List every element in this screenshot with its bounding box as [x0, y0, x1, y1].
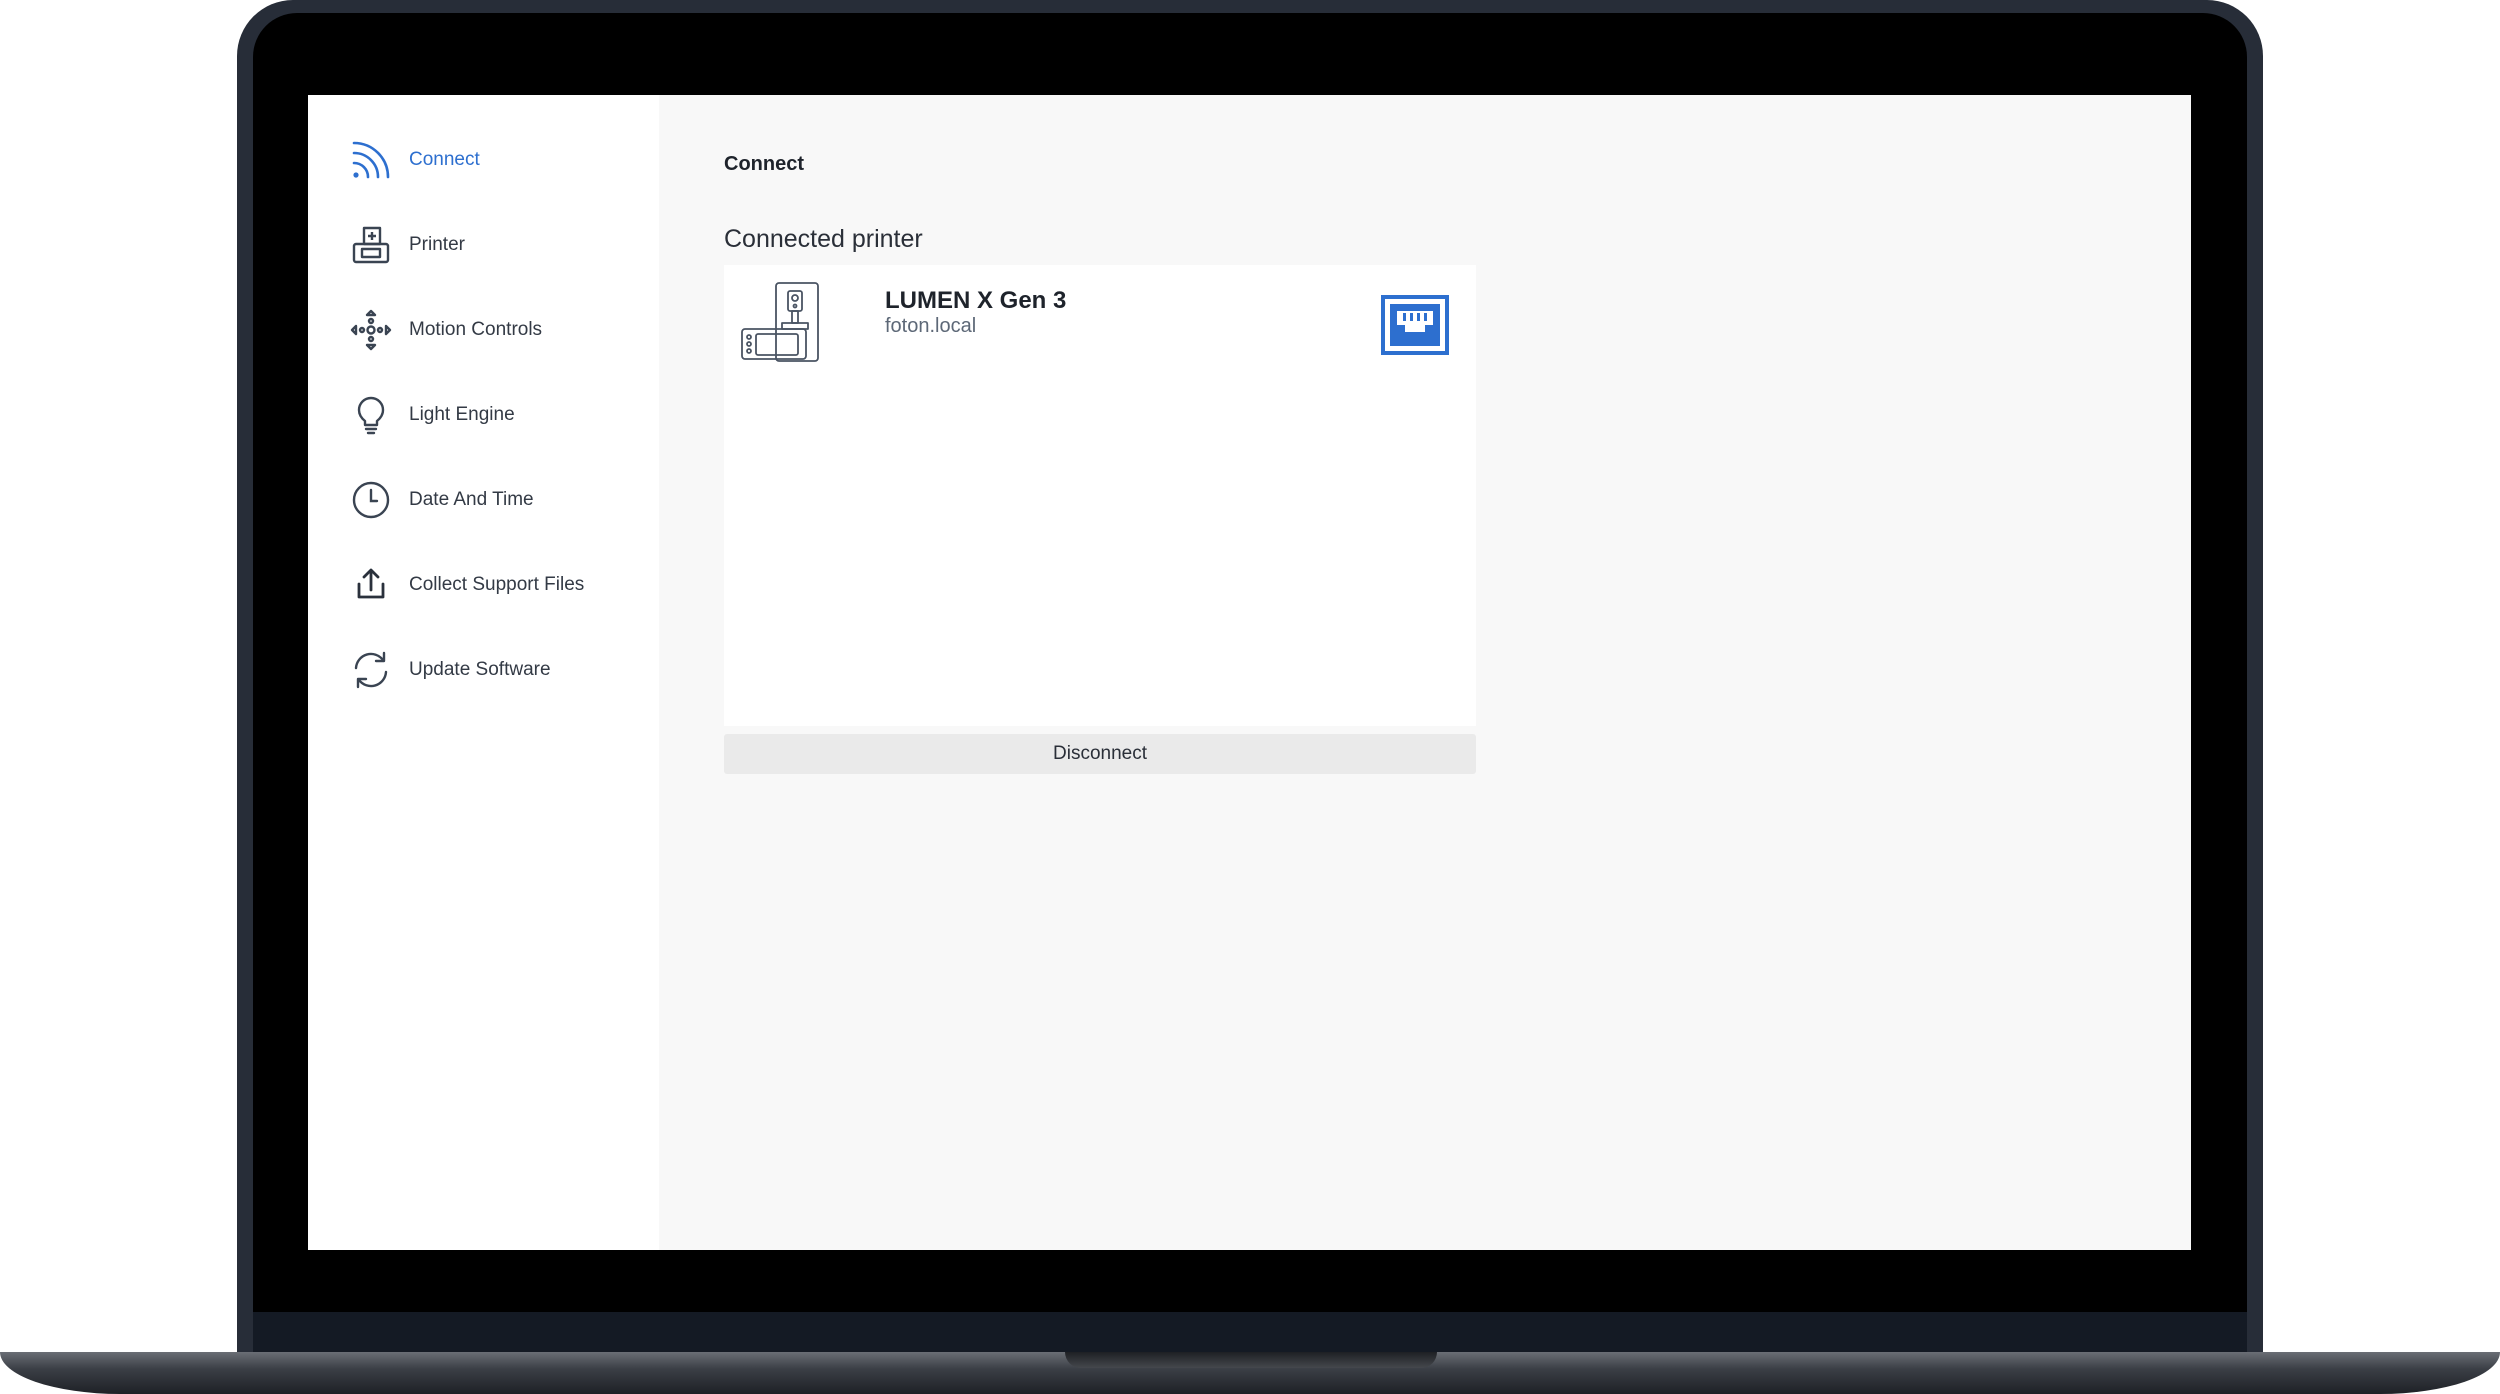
refresh-icon	[350, 649, 392, 691]
sidebar-item-label: Printer	[409, 234, 465, 255]
upload-icon	[350, 564, 392, 606]
printer-host: foton.local	[885, 315, 977, 337]
sidebar-item-connect[interactable]: Connect	[308, 125, 659, 195]
sidebar-item-label: Update Software	[409, 659, 551, 680]
section-title: Connected printer	[724, 225, 923, 253]
sidebar: Connect Printer Motion Controls Light En…	[308, 95, 659, 1250]
sidebar-item-update-software[interactable]: Update Software	[308, 635, 659, 705]
laptop-notch	[1065, 1352, 1437, 1368]
sidebar-item-label: Motion Controls	[409, 319, 543, 340]
sidebar-item-motion-controls[interactable]: Motion Controls	[308, 295, 659, 365]
signal-icon	[350, 139, 392, 181]
sidebar-item-label: Connect	[409, 149, 480, 170]
page-title: Connect	[724, 153, 804, 175]
printer-illustration-icon	[740, 281, 820, 363]
sidebar-item-date-and-time[interactable]: Date And Time	[308, 465, 659, 535]
printer-card[interactable]: LUMEN X Gen 3 foton.local	[724, 265, 1476, 726]
sidebar-item-printer[interactable]: Printer	[308, 210, 659, 280]
sidebar-item-collect-support-files[interactable]: Collect Support Files	[308, 550, 659, 620]
lightbulb-icon	[350, 394, 392, 436]
disconnect-button[interactable]: Disconnect	[724, 734, 1476, 774]
laptop-chin	[253, 1312, 2247, 1352]
sidebar-item-label: Date And Time	[409, 489, 534, 510]
main-content: Connect Connected printer LUMEN X Gen 3 …	[659, 95, 2191, 1250]
clock-icon	[350, 479, 392, 521]
sidebar-item-label: Collect Support Files	[409, 574, 585, 595]
printer-name: LUMEN X Gen 3	[885, 287, 1067, 314]
move-arrows-icon	[350, 309, 392, 351]
printer-icon	[350, 224, 392, 266]
app-screen: Connect Printer Motion Controls Light En…	[308, 95, 2191, 1250]
ethernet-icon	[1381, 295, 1449, 355]
sidebar-item-light-engine[interactable]: Light Engine	[308, 380, 659, 450]
sidebar-item-label: Light Engine	[409, 404, 515, 425]
